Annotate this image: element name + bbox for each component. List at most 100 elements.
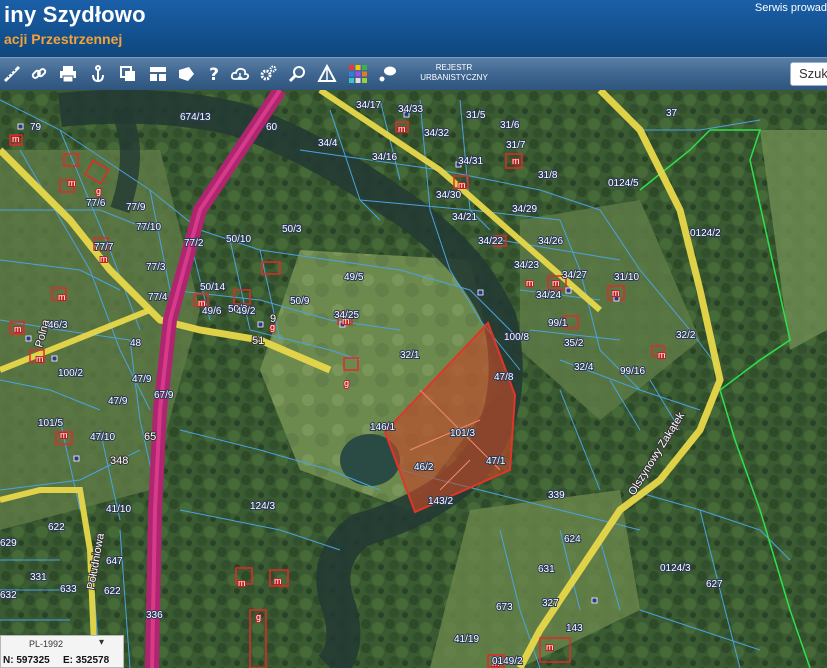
parcel-label[interactable]: 31/8 [537,169,559,182]
zoom-icon[interactable] [286,62,310,86]
parcel-label[interactable]: 629 [0,537,18,550]
crs-select[interactable]: PL-1992 [29,639,63,649]
parcel-label[interactable]: 77/9 [125,201,147,214]
parcel-label[interactable]: 99/16 [619,365,646,378]
parcel-label[interactable]: 41/10 [105,503,132,516]
parcel-label[interactable]: 49/2 [235,305,257,318]
parcel-label[interactable]: 34/23 [513,259,540,272]
parcel-label[interactable]: 0124/3 [659,562,692,575]
parcel-label[interactable]: 627 [705,578,724,591]
parcel-label[interactable]: 32/2 [675,329,697,342]
parcel-label[interactable]: 34/31 [457,155,484,168]
comment-icon[interactable] [376,62,400,86]
palette-icon[interactable] [346,62,370,86]
parcel-label[interactable]: 31/5 [465,109,487,122]
parcel-label[interactable]: 101/5 [37,417,64,430]
parcel-label[interactable]: 632 [0,589,18,602]
parcel-label[interactable]: 34/26 [537,235,564,248]
parcel-label[interactable]: 47/9 [107,395,129,408]
map-canvas[interactable]: mmgmmmmmmmmmmmgmgmmgmmmm 51 65 348 Polna… [0,90,827,668]
registry-button[interactable]: REJESTR URBANISTYCZNY [414,63,494,83]
parcel-label[interactable]: 77/7 [93,241,115,254]
parcel-label[interactable]: 32/4 [573,361,595,374]
parcel-label[interactable]: 67/9 [153,389,175,402]
parcel-label[interactable]: 339 [547,489,566,502]
parcel-label[interactable]: 77/10 [135,221,162,234]
parcel-label[interactable]: 77/4 [147,291,169,304]
search-input[interactable]: Szuk [790,62,827,86]
parcel-label[interactable]: 34/17 [355,99,382,112]
layout-icon[interactable] [146,62,170,86]
parcel-label[interactable]: 327 [541,597,560,610]
parcel-label[interactable]: 143 [565,622,584,635]
parcel-label[interactable]: 146/1 [369,421,396,434]
parcel-label[interactable]: 100/2 [57,367,84,380]
parcel-label[interactable]: 32/1 [399,349,421,362]
parcel-label[interactable]: 34/30 [435,189,462,202]
parcel-label[interactable]: 31/6 [499,119,521,132]
parcel-label[interactable]: 77/6 [85,197,107,210]
parcel-label[interactable]: 34/24 [535,289,562,302]
parcel-label[interactable]: 100/8 [503,331,530,344]
parcel-label[interactable]: 34/27 [561,269,588,282]
parcel-label[interactable]: 0124/2 [689,227,722,240]
map-svg[interactable]: mmgmmmmmmmmmmmgmgm mgmmmm 51 65 348 Polna… [0,90,827,668]
parcel-label[interactable]: 50/14 [199,281,226,294]
parcel-label[interactable]: 0149/2 [491,655,524,668]
parcel-label[interactable]: 336 [145,609,164,622]
print-icon[interactable] [56,62,80,86]
parcel-label[interactable]: 35/2 [563,337,585,350]
parcel-label[interactable]: 46/2 [413,461,435,474]
parcel-label[interactable]: 101/3 [449,427,476,440]
settings-icon[interactable] [256,62,280,86]
link-icon[interactable] [27,62,51,86]
parcel-label[interactable]: 331 [29,571,48,584]
parcel-label[interactable]: 37 [665,107,679,120]
copy-icon[interactable] [116,62,140,86]
triangle-icon[interactable] [315,62,339,86]
parcel-label[interactable]: 34/29 [511,203,538,216]
parcel-label[interactable]: 48 [129,337,143,350]
parcel-label[interactable]: 47/8 [493,371,515,384]
parcel-label[interactable]: 622 [47,521,66,534]
parcel-label[interactable]: 34/33 [397,103,424,116]
service-link[interactable]: Serwis prowad [755,2,827,14]
parcel-label[interactable]: 50/3 [281,223,303,236]
parcel-label[interactable]: 50/9 [289,295,311,308]
cloud-icon[interactable] [228,62,252,86]
parcel-label[interactable]: 34/22 [477,235,504,248]
chevron-down-icon[interactable]: ▾ [99,637,104,648]
parcel-label[interactable]: 99/1 [547,317,569,330]
parcel-label[interactable]: 31/10 [613,271,640,284]
parcel-label[interactable]: 673 [495,601,514,614]
parcel-label[interactable]: 49/5 [343,271,365,284]
parcel-label[interactable]: 34/16 [371,151,398,164]
parcel-label[interactable]: 143/2 [427,495,454,508]
parcel-label[interactable]: 34/21 [451,211,478,224]
parcel-label[interactable]: 647 [105,555,124,568]
parcel-label[interactable]: 0124/5 [607,177,640,190]
parcel-label[interactable]: 47/9 [131,373,153,386]
anchor-icon[interactable] [86,62,110,86]
parcel-label[interactable]: 41/19 [453,633,480,646]
parcel-label[interactable]: 124/3 [249,500,276,513]
parcel-label[interactable]: 79 [29,121,43,134]
parcel-label[interactable]: 50/10 [225,233,252,246]
parcel-label[interactable]: 633 [59,583,78,596]
parcel-label[interactable]: 631 [537,563,556,576]
parcel-label[interactable]: 47/10 [89,431,116,444]
parcel-label[interactable]: 46/3 [47,319,69,332]
shape-icon[interactable] [174,62,198,86]
parcel-label[interactable]: 622 [103,585,122,598]
parcel-label[interactable]: 77/3 [145,261,167,274]
parcel-label[interactable]: 624 [563,533,582,546]
ruler-icon[interactable] [0,62,24,86]
parcel-label[interactable]: 77/2 [183,237,205,250]
parcel-label[interactable]: 60 [265,121,279,134]
parcel-label[interactable]: 674/13 [179,111,212,124]
parcel-label[interactable]: 34/25 [333,309,360,322]
help-icon[interactable]: ? [202,62,226,86]
parcel-label[interactable]: 34/4 [317,137,339,150]
parcel-label[interactable]: 31/7 [505,139,527,152]
parcel-label[interactable]: 34/32 [423,127,450,140]
